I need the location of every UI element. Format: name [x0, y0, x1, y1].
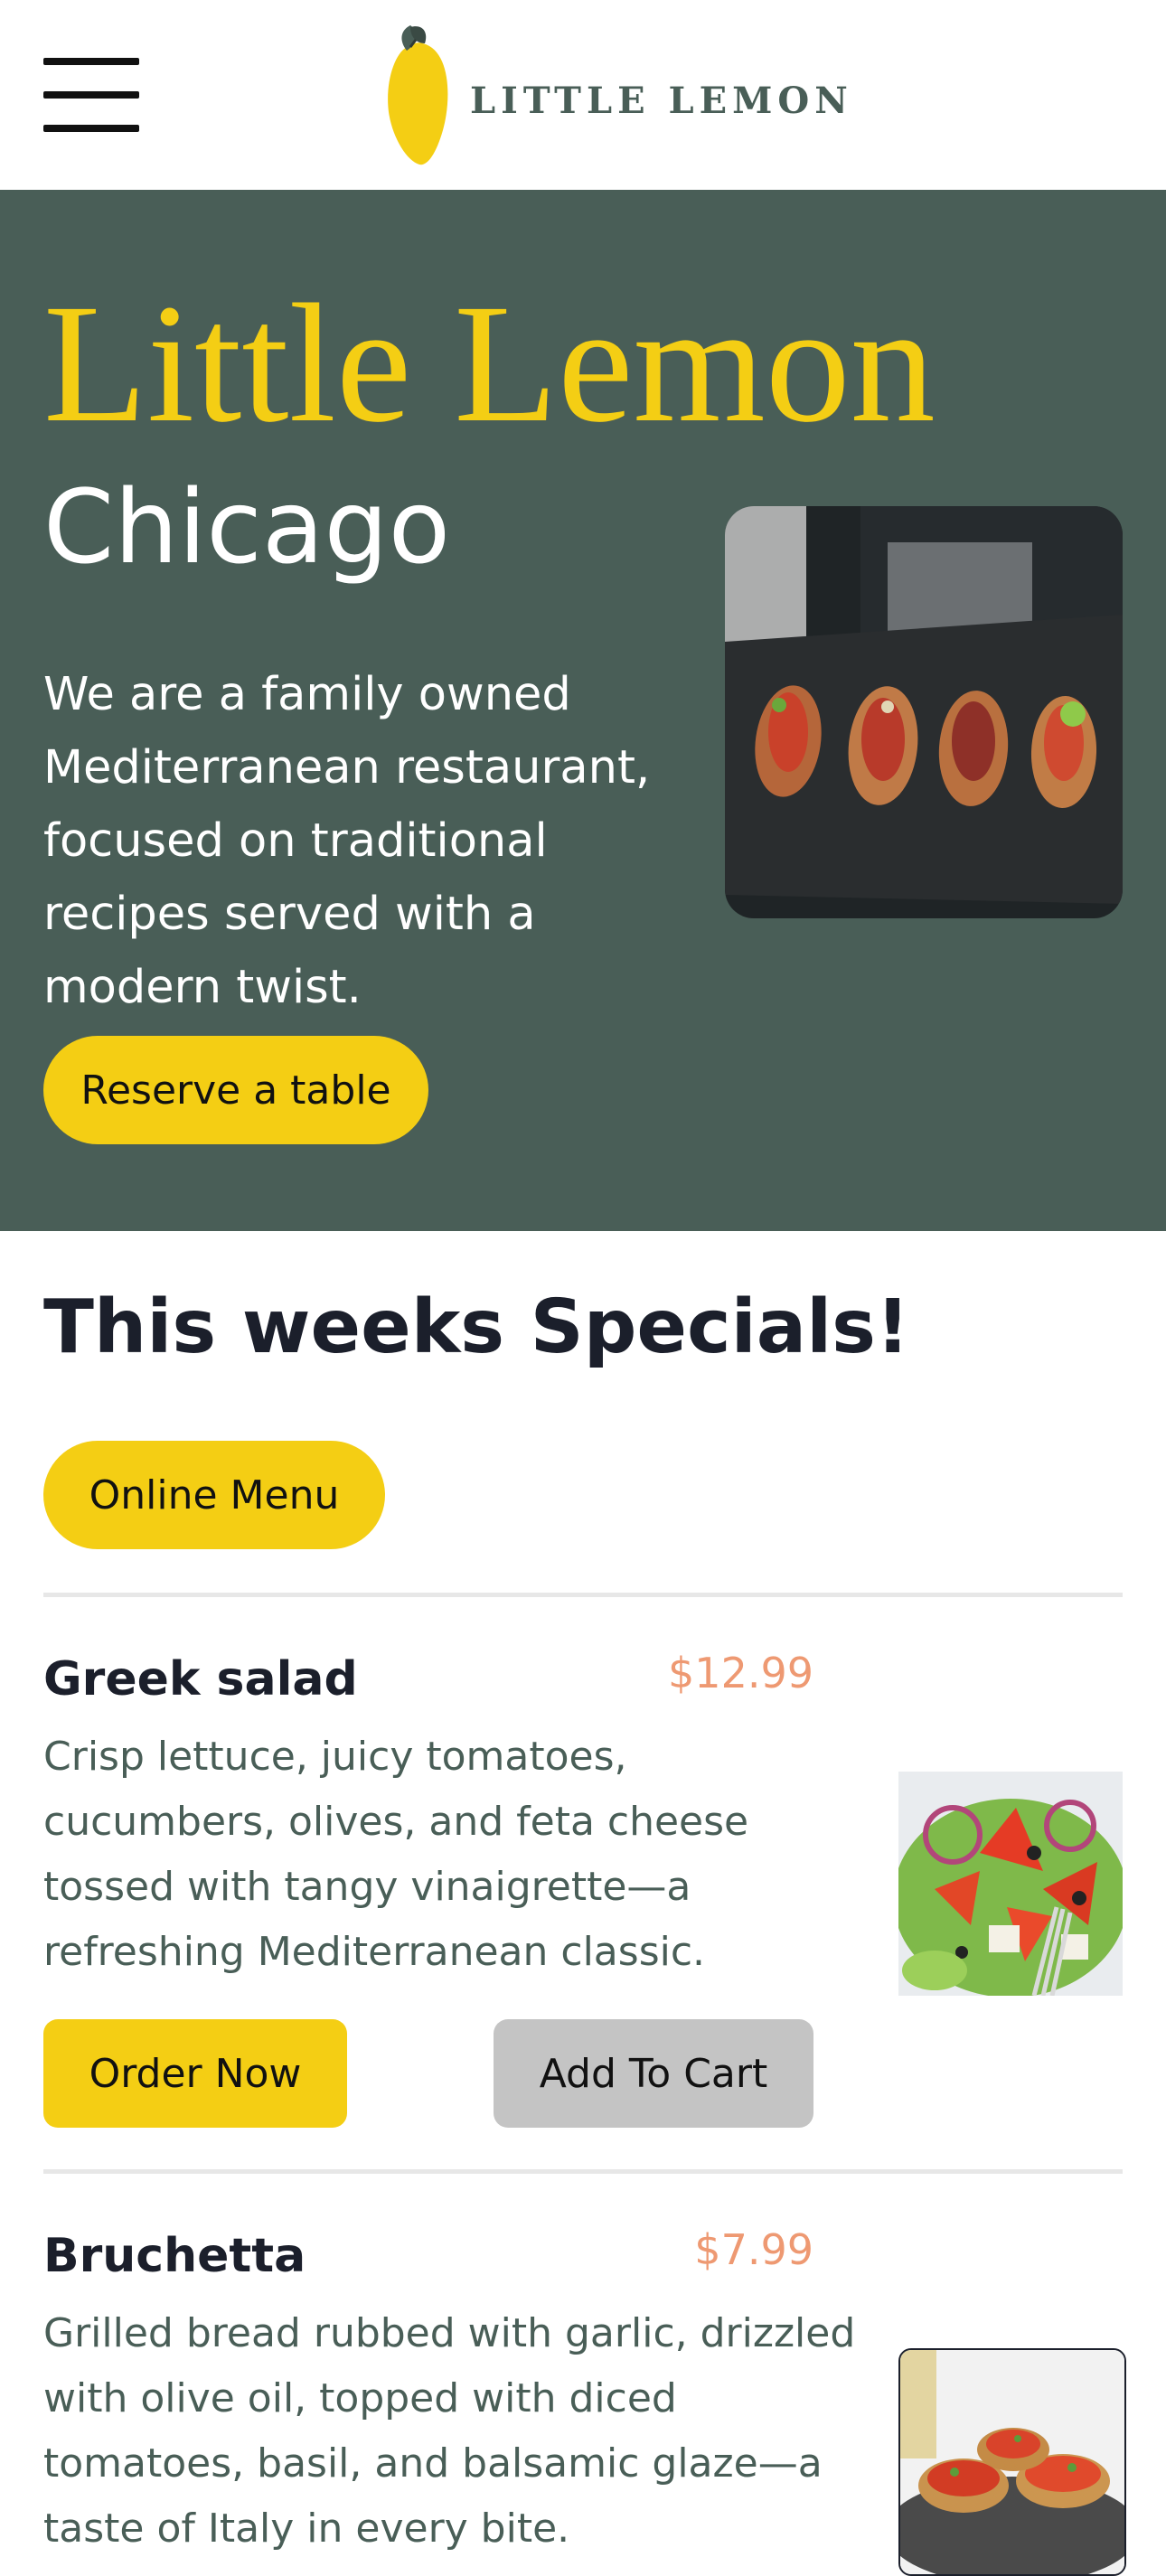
add-to-cart-button[interactable]: Add To Cart [494, 2019, 813, 2128]
order-now-button[interactable]: Order Now [43, 2019, 347, 2128]
greek-salad-photo-icon [898, 1772, 1123, 1996]
lemon-icon [388, 25, 448, 165]
hero-title: Little Lemon [43, 268, 936, 457]
item-name: Greek salad [43, 1652, 358, 1706]
item-description: Crisp lettuce, juicy tomatoes, cucumbers… [43, 1734, 749, 1975]
bruschetta-image [898, 2348, 1126, 2576]
site-header: LITTLE LEMON [0, 0, 1166, 190]
hero-section: Little Lemon Chicago We are a family own… [0, 190, 1166, 1231]
hero-food-image [725, 506, 1123, 918]
item-price: $12.99 [668, 1649, 813, 1697]
divider [43, 1593, 1123, 1597]
little-lemon-logo[interactable]: LITTLE LEMON [380, 24, 848, 168]
bruschetta-photo-icon [900, 2350, 1124, 2574]
plated-bruschetta-photo-icon [725, 506, 1123, 918]
logo-text: LITTLE LEMON [470, 80, 853, 122]
item-price: $7.99 [694, 2225, 813, 2274]
online-menu-button[interactable]: Online Menu [43, 1441, 385, 1549]
hamburger-menu-icon[interactable] [43, 58, 139, 132]
item-name: Bruchetta [43, 2229, 306, 2283]
specials-title: This weeks Specials! [43, 1284, 910, 1370]
hero-subtitle: Chicago [43, 469, 451, 587]
menu-item-greek-salad: Greek salad $12.99 Crisp lettuce, juicy … [0, 1652, 1166, 2128]
menu-item-bruchetta: Bruchetta $7.99 Grilled bread rubbed wit… [0, 2229, 1166, 2576]
greek-salad-image [898, 1772, 1123, 1996]
reserve-table-button[interactable]: Reserve a table [43, 1036, 428, 1144]
hero-description: We are a family owned Mediterranean rest… [43, 668, 651, 1014]
item-description: Grilled bread rubbed with garlic, drizzl… [43, 2310, 856, 2552]
divider [43, 2169, 1123, 2174]
